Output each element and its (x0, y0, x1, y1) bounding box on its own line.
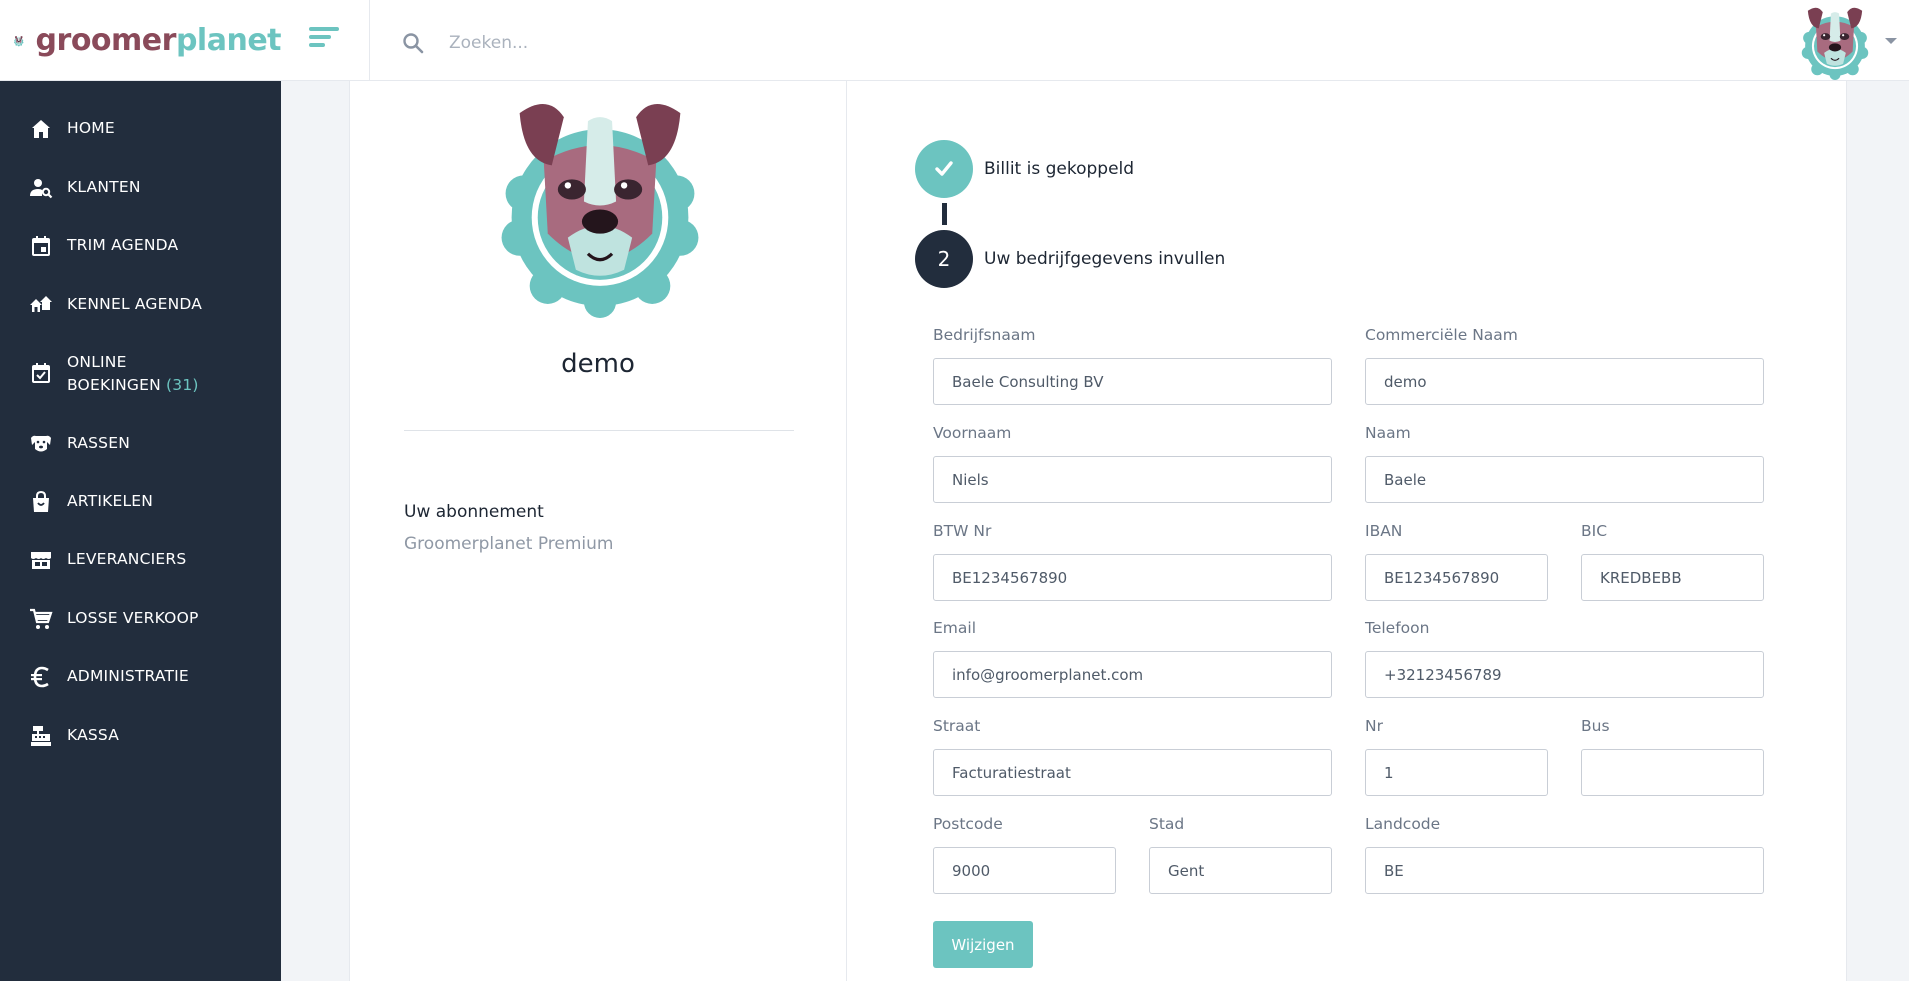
search-icon (403, 33, 424, 54)
btw-field[interactable] (933, 554, 1332, 601)
euro-icon (31, 666, 49, 688)
subscription-label: Uw abonnement (404, 502, 544, 522)
top-bar: groomerplanet (0, 0, 1909, 81)
main-content: demo Uw abonnement Groomerplanet Premium… (349, 81, 1847, 981)
sidebar-item-label: ADMINISTRATIE (67, 667, 189, 685)
naam-field[interactable] (1365, 456, 1764, 503)
bedrijfsnaam-label: Bedrijfsnaam (933, 326, 1036, 344)
sidebar-item-label-line1: ONLINE (67, 353, 127, 371)
sidebar-item-artikelen[interactable]: ARTIKELEN (0, 490, 281, 514)
profile-name: demo (561, 349, 635, 379)
kennel-icon (30, 296, 52, 312)
booking-count-badge: (31) (166, 376, 199, 394)
wijzigen-button[interactable]: Wijzigen (933, 921, 1033, 968)
sidebar-item-rassen[interactable]: RASSEN (0, 432, 281, 456)
nr-field[interactable] (1365, 749, 1548, 796)
step-2-current: 2 (915, 230, 973, 288)
bus-field[interactable] (1581, 749, 1764, 796)
sidebar-item-trim-agenda[interactable]: TRIM AGENDA (0, 234, 281, 258)
btw-label: BTW Nr (933, 522, 992, 540)
nr-label: Nr (1365, 717, 1383, 735)
calendar-icon (32, 236, 50, 256)
profile-avatar (499, 93, 701, 318)
step-2-number: 2 (937, 247, 951, 271)
naam-label: Naam (1365, 424, 1411, 442)
commerciele-naam-field[interactable] (1365, 358, 1764, 405)
step-1-label: Billit is gekoppeld (984, 159, 1135, 179)
menu-toggle-icon[interactable] (309, 27, 339, 51)
search-input[interactable] (449, 26, 1049, 60)
cash-register-icon (31, 726, 51, 746)
sidebar-item-klanten[interactable]: KLANTEN (0, 176, 281, 200)
chevron-down-icon[interactable] (1885, 38, 1897, 44)
user-search-icon (30, 179, 53, 199)
sidebar-item-label: RASSEN (67, 434, 131, 452)
bic-label: BIC (1581, 522, 1608, 540)
cart-icon (30, 608, 53, 629)
bedrijfsnaam-field[interactable] (933, 358, 1332, 405)
iban-field[interactable] (1365, 554, 1548, 601)
profile-divider (404, 430, 794, 431)
stad-label: Stad (1149, 815, 1185, 833)
sidebar-item-label: TRIM AGENDA (67, 236, 179, 254)
sidebar-item-home[interactable]: HOME (0, 117, 281, 141)
store-icon (31, 552, 51, 569)
subscription-value: Groomerplanet Premium (404, 534, 614, 554)
postcode-field[interactable] (933, 847, 1116, 894)
landcode-label: Landcode (1365, 815, 1441, 833)
sidebar-item-label: KASSA (67, 726, 120, 744)
sidebar-item-leveranciers[interactable]: LEVERANCIERS (0, 548, 281, 572)
straat-label: Straat (933, 717, 981, 735)
sidebar-item-kassa[interactable]: KASSA (0, 724, 281, 748)
sidebar-item-online-boekingen[interactable]: ONLINE BOEKINGEN (31) (0, 351, 281, 397)
topbar-divider (369, 0, 370, 81)
calendar-check-icon (32, 363, 50, 383)
check-icon (935, 161, 953, 176)
brand[interactable]: groomerplanet (0, 0, 282, 81)
sidebar-item-label: HOME (67, 119, 115, 137)
step-connector (942, 203, 947, 225)
brand-name: groomerplanet (35, 23, 282, 58)
email-field[interactable] (933, 651, 1332, 698)
bus-label: Bus (1581, 717, 1610, 735)
sidebar-item-label: KENNEL AGENDA (67, 295, 203, 313)
bic-field[interactable] (1581, 554, 1764, 601)
postcode-label: Postcode (933, 815, 1003, 833)
home-icon (32, 120, 50, 138)
sidebar: HOME KLANTEN TRIM AGENDA KENNEL AGENDA O… (0, 81, 281, 981)
brand-name-part2: planet (175, 23, 282, 58)
iban-label: IBAN (1365, 522, 1403, 540)
dog-icon (31, 435, 51, 452)
sidebar-item-losse-verkoop[interactable]: LOSSE VERKOOP (0, 607, 281, 631)
sidebar-item-kennel-agenda[interactable]: KENNEL AGENDA (0, 293, 281, 317)
dog-logo-icon (14, 6, 24, 76)
sidebar-item-administratie[interactable]: ADMINISTRATIE (0, 665, 281, 689)
step-1-complete (915, 140, 973, 198)
shopping-bag-icon (33, 490, 49, 512)
sidebar-item-label: ARTIKELEN (67, 492, 154, 510)
sidebar-item-label: ONLINE BOEKINGEN (31) (67, 351, 199, 397)
step-2-label: Uw bedrijfgegevens invullen (984, 249, 1226, 269)
email-label: Email (933, 619, 977, 637)
landcode-field[interactable] (1365, 847, 1764, 894)
user-avatar[interactable] (1800, 4, 1870, 80)
stad-field[interactable] (1149, 847, 1332, 894)
column-divider (846, 81, 847, 981)
commerciele-naam-label: Commerciële Naam (1365, 326, 1518, 344)
telefoon-field[interactable] (1365, 651, 1764, 698)
straat-field[interactable] (933, 749, 1332, 796)
voornaam-label: Voornaam (933, 424, 1012, 442)
sidebar-item-label: KLANTEN (67, 178, 141, 196)
sidebar-item-label-line2: BOEKINGEN (67, 376, 161, 394)
brand-name-part1: groomer (35, 23, 177, 58)
sidebar-item-label: LOSSE VERKOOP (67, 609, 199, 627)
voornaam-field[interactable] (933, 456, 1332, 503)
telefoon-label: Telefoon (1365, 619, 1430, 637)
sidebar-item-label: LEVERANCIERS (67, 550, 187, 568)
